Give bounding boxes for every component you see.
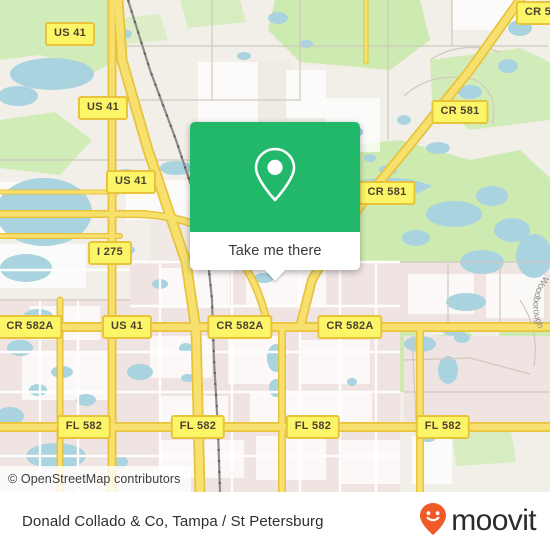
- road-shield: CR 582A: [207, 315, 273, 339]
- map-pin-icon: [252, 146, 298, 209]
- attribution-text: © OpenStreetMap contributors: [8, 472, 181, 486]
- moovit-wordmark: moovit: [451, 504, 536, 537]
- footer-bar: Donald Collado & Co, Tampa / St Petersbu…: [0, 492, 550, 550]
- road-shield: FL 582: [285, 415, 341, 439]
- map-canvas[interactable]: Woodborough US 41 US 41 US 41 I 275 US 41 CR …: [0, 0, 550, 492]
- popup-pointer-tail: [265, 270, 285, 281]
- page-title: Donald Collado & Co, Tampa / St Petersbu…: [22, 512, 324, 530]
- road-shield: FL 582: [170, 415, 226, 439]
- moovit-pin-smile-icon: [418, 502, 448, 541]
- road-shield: FL 582: [56, 415, 112, 439]
- road-shield: CR 582A: [0, 315, 63, 339]
- road-shield: FL 582: [415, 415, 471, 439]
- road-shield: US 41: [44, 22, 96, 46]
- road-shield: CR 582A: [317, 315, 383, 339]
- road-shield: CR 5: [515, 1, 550, 25]
- road-shield: US 41: [105, 170, 157, 194]
- road-shield: US 41: [77, 96, 129, 120]
- popup-header: [190, 122, 360, 232]
- road-shield: CR 581: [431, 100, 489, 124]
- moovit-logo[interactable]: moovit: [418, 502, 537, 541]
- take-me-there-label: Take me there: [228, 243, 322, 259]
- take-me-there-button[interactable]: Take me there: [190, 232, 360, 270]
- road-shield: CR 581: [358, 181, 416, 205]
- road-shield: US 41: [101, 315, 153, 339]
- location-popup-card[interactable]: Take me there: [190, 122, 360, 281]
- road-shield: I 275: [88, 241, 132, 265]
- map-attribution[interactable]: © OpenStreetMap contributors: [0, 466, 191, 492]
